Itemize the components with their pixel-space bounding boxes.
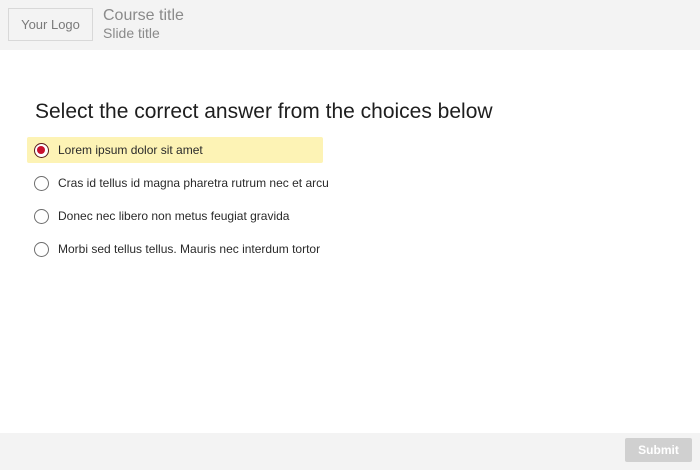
- choice-option-1[interactable]: Lorem ipsum dolor sit amet: [27, 137, 323, 163]
- radio-unselected-icon[interactable]: [34, 241, 49, 257]
- slide-title: Slide title: [103, 25, 160, 41]
- logo: Your Logo: [8, 8, 93, 41]
- choice-label: Lorem ipsum dolor sit amet: [58, 143, 203, 157]
- radio-dot: [37, 145, 45, 154]
- logo-text: Your Logo: [21, 17, 80, 32]
- choice-list: Lorem ipsum dolor sit amet Cras id tellu…: [27, 137, 447, 269]
- choice-label: Morbi sed tellus tellus. Mauris nec inte…: [58, 242, 321, 256]
- choice-label: Donec nec libero non metus feugiat gravi…: [58, 209, 290, 223]
- choice-label: Cras id tellus id magna pharetra rutrum …: [58, 176, 329, 190]
- submit-button[interactable]: Submit: [625, 438, 692, 462]
- radio-unselected-icon[interactable]: [34, 175, 49, 191]
- header-bar: Your Logo Course title Slide title: [0, 0, 700, 50]
- choice-option-3[interactable]: Donec nec libero non metus feugiat gravi…: [27, 203, 447, 229]
- footer-bar: Submit: [0, 433, 700, 470]
- course-title: Course title: [103, 7, 184, 24]
- radio-unselected-icon[interactable]: [34, 208, 49, 224]
- choice-option-4[interactable]: Morbi sed tellus tellus. Mauris nec inte…: [27, 236, 447, 262]
- choice-option-2[interactable]: Cras id tellus id magna pharetra rutrum …: [27, 170, 447, 196]
- slide-page: Your Logo Course title Slide title Selec…: [0, 0, 700, 470]
- question-prompt: Select the correct answer from the choic…: [35, 100, 493, 123]
- radio-selected-icon[interactable]: [34, 142, 49, 158]
